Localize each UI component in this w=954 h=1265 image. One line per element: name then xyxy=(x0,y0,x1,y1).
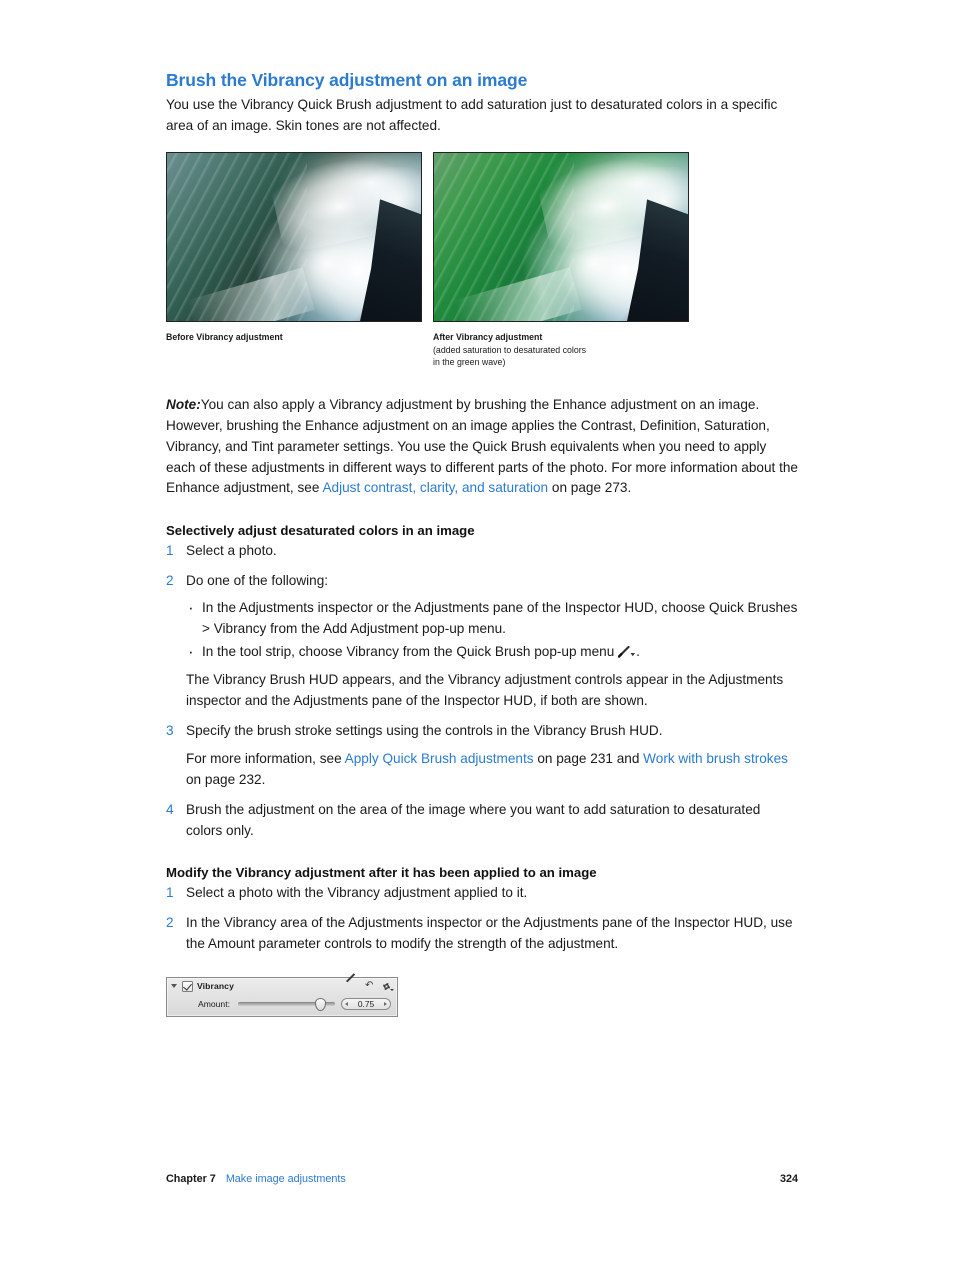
followup-mid: on page 231 and xyxy=(533,750,644,766)
note-text-part2: on page 273. xyxy=(548,480,632,496)
figure-row: Before Vibrancy adjustment After Vibranc… xyxy=(166,152,798,368)
caption-after-subtitle: (added saturation to desaturated colors … xyxy=(433,344,587,368)
vibrancy-panel-tools: ↷ xyxy=(346,980,394,991)
quick-brush-pop-up-icon xyxy=(617,644,636,658)
figure-before: Before Vibrancy adjustment xyxy=(166,152,422,368)
disclosure-triangle-icon[interactable] xyxy=(171,984,177,989)
vibrancy-adjustment-panel[interactable]: Vibrancy ↷ Amount: 0.75 xyxy=(166,977,398,1018)
procedure-1-title: Selectively adjust desaturated colors in… xyxy=(166,523,475,539)
procedure-2-title: Modify the Vibrancy adjustment after it … xyxy=(166,865,597,881)
bullet-item: In the Adjustments inspector or the Adju… xyxy=(186,596,798,640)
caption-after: After Vibrancy adjustment (added saturat… xyxy=(433,331,689,368)
step-text: Specify the brush stroke settings using … xyxy=(186,722,663,738)
step-number: 2 xyxy=(166,915,174,931)
procedure-modify-vibrancy: Modify the Vibrancy adjustment after it … xyxy=(166,865,798,955)
page-content: Brush the Vibrancy adjustment on an imag… xyxy=(166,70,798,1018)
note-paragraph: Note:You can also apply a Vibrancy adjus… xyxy=(166,395,798,500)
step-1: 1 Select a photo with the Vibrancy adjus… xyxy=(166,883,798,904)
wave-streaks xyxy=(167,153,307,322)
step-number: 2 xyxy=(166,573,174,589)
procedure-2-steps: 1 Select a photo with the Vibrancy adjus… xyxy=(166,883,798,955)
followup-post: on page 232. xyxy=(186,771,266,787)
bullet-item: In the tool strip, choose Vibrancy from … xyxy=(186,640,798,664)
action-gear-icon[interactable] xyxy=(382,982,394,991)
link-adjust-contrast-clarity-saturation[interactable]: Adjust contrast, clarity, and saturation xyxy=(322,480,548,495)
bullet-text: In the Adjustments inspector or the Adju… xyxy=(202,600,798,637)
footer-chapter-title-link[interactable]: Make image adjustments xyxy=(226,1173,346,1185)
reset-icon[interactable]: ↷ xyxy=(365,980,373,991)
step-4: 4 Brush the adjustment on the area of th… xyxy=(166,800,798,842)
brush-icon[interactable] xyxy=(346,981,356,991)
stepper-decrement-icon[interactable] xyxy=(345,1002,348,1007)
bullet-text: In the tool strip, choose Vibrancy from … xyxy=(202,644,619,660)
step-number: 1 xyxy=(166,885,174,901)
followup-pre: For more information, see xyxy=(186,750,345,766)
step-text: Select a photo with the Vibrancy adjustm… xyxy=(186,885,528,901)
slider-thumb[interactable] xyxy=(314,997,326,1011)
step-2-bullets: In the Adjustments inspector or the Adju… xyxy=(186,596,798,664)
caption-after-title: After Vibrancy adjustment xyxy=(433,332,543,343)
photo-after-vibrancy xyxy=(433,152,689,323)
stepper-increment-icon[interactable] xyxy=(384,1002,387,1007)
step-number: 4 xyxy=(166,801,174,817)
amount-stepper[interactable]: 0.75 xyxy=(341,998,391,1011)
step-2: 2 In the Vibrancy area of the Adjustment… xyxy=(166,913,798,955)
vibrancy-amount-row: Amount: 0.75 xyxy=(167,994,397,1016)
amount-slider[interactable] xyxy=(238,997,335,1011)
note-label: Note: xyxy=(166,396,201,412)
caption-before-title: Before Vibrancy adjustment xyxy=(166,332,283,343)
footer-page-number: 324 xyxy=(779,1173,798,1185)
figure-after: After Vibrancy adjustment (added saturat… xyxy=(433,152,689,368)
vibrancy-panel-title: Vibrancy xyxy=(197,981,234,992)
vibrancy-panel-figure: Vibrancy ↷ Amount: 0.75 xyxy=(166,977,798,1018)
step-text: Select a photo. xyxy=(186,543,277,559)
step-2-followup: The Vibrancy Brush HUD appears, and the … xyxy=(186,671,784,708)
document-page: Brush the Vibrancy adjustment on an imag… xyxy=(0,0,954,1265)
link-apply-quick-brush-adjustments[interactable]: Apply Quick Brush adjustments xyxy=(345,751,534,766)
step-number: 3 xyxy=(166,722,174,738)
step-text: Do one of the following: xyxy=(186,573,329,589)
bullet-text-suffix: . xyxy=(636,644,640,660)
step-3-followup: For more information, see Apply Quick Br… xyxy=(186,749,798,791)
step-1: 1 Select a photo. xyxy=(166,541,798,562)
amount-label: Amount: xyxy=(197,999,230,1010)
step-text: In the Vibrancy area of the Adjustments … xyxy=(186,915,793,952)
wave-streaks xyxy=(434,153,574,322)
vibrancy-panel-header: Vibrancy ↷ xyxy=(167,978,397,994)
amount-value[interactable]: 0.75 xyxy=(358,999,374,1009)
step-3: 3 Specify the brush stroke settings usin… xyxy=(166,721,798,791)
step-2: 2 Do one of the following: In the Adjust… xyxy=(166,571,798,712)
step-number: 1 xyxy=(166,543,174,559)
vibrancy-enable-checkbox[interactable] xyxy=(182,980,193,992)
step-text: Brush the adjustment on the area of the … xyxy=(186,801,761,838)
intro-paragraph: You use the Vibrancy Quick Brush adjustm… xyxy=(166,97,778,133)
procedure-1-steps: 1 Select a photo. 2 Do one of the follow… xyxy=(166,541,798,841)
photo-before-vibrancy xyxy=(166,152,422,323)
procedure-selectively-adjust: Selectively adjust desaturated colors in… xyxy=(166,523,798,841)
page-title: Brush the Vibrancy adjustment on an imag… xyxy=(166,70,528,90)
link-work-with-brush-strokes[interactable]: Work with brush strokes xyxy=(643,751,788,766)
page-footer: Chapter 7 Make image adjustments 324 xyxy=(166,1173,798,1185)
caption-before: Before Vibrancy adjustment xyxy=(166,331,422,343)
footer-chapter: Chapter 7 xyxy=(166,1173,216,1185)
